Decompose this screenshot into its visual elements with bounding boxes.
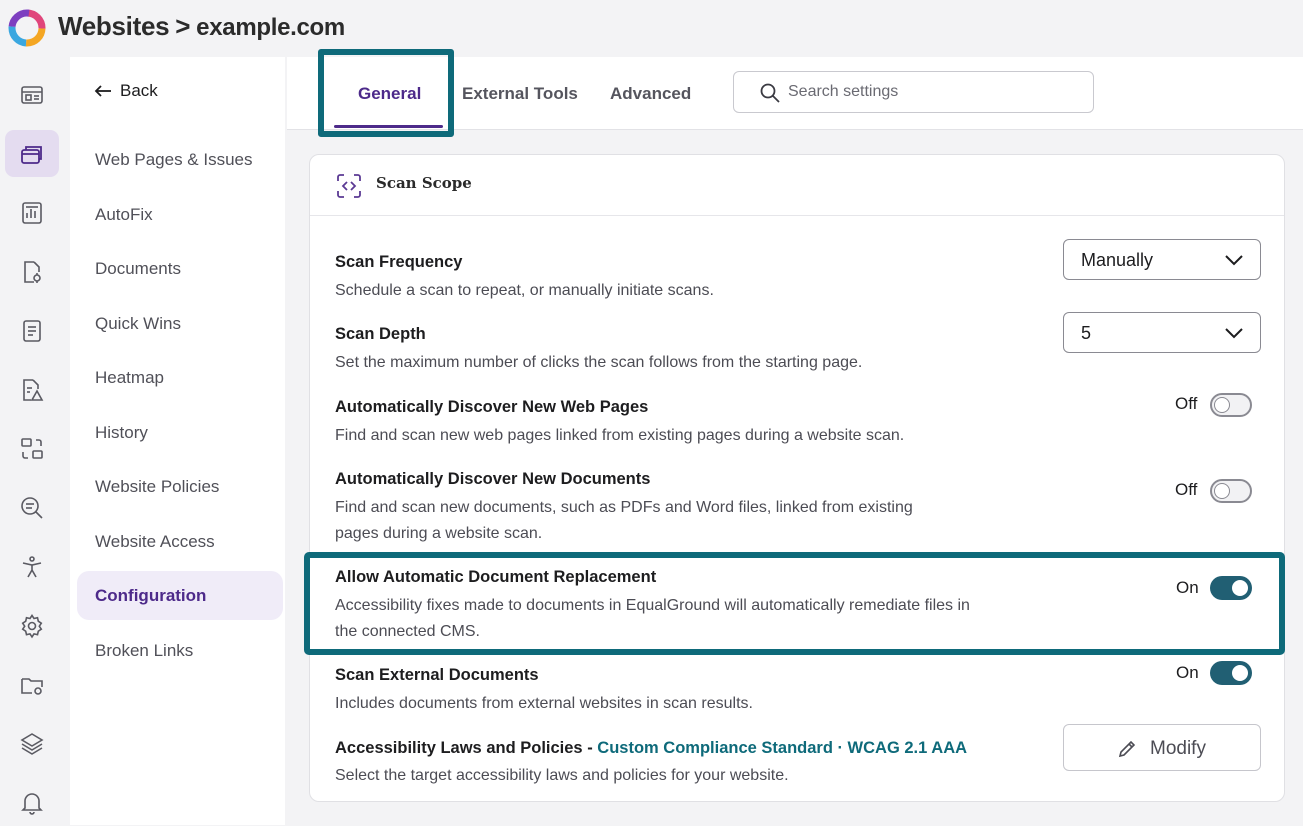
discover-pages-state: Off (1175, 394, 1198, 413)
discover-pages-desc: Find and scan new web pages linked from … (335, 427, 905, 444)
search-settings-input[interactable]: Search settings (733, 71, 1094, 113)
scan-depth-value: 5 (1081, 323, 1092, 343)
scan-frequency-value: Manually (1081, 250, 1154, 270)
card-header: Scan Scope (310, 155, 1284, 216)
settings-icon[interactable] (5, 602, 59, 649)
icon-rail (0, 57, 68, 825)
breadcrumb: Websites > example.com (58, 11, 345, 42)
folder-settings-icon[interactable] (5, 661, 59, 708)
document-alert-icon[interactable] (5, 366, 59, 413)
discover-pages-toggle[interactable] (1210, 393, 1252, 417)
bell-icon[interactable] (5, 779, 59, 826)
laws-desc: Select the target accessibility laws and… (335, 767, 789, 784)
nav-item-configuration[interactable]: Configuration (77, 571, 283, 620)
toggle-knob (1214, 483, 1230, 499)
discover-docs-title: Automatically Discover New Documents (335, 470, 651, 488)
discover-pages-title: Automatically Discover New Web Pages (335, 398, 649, 416)
nav-item-website-policies[interactable]: Website Policies (95, 477, 219, 497)
toggle-knob (1214, 397, 1230, 413)
nav-item-quick-wins[interactable]: Quick Wins (95, 314, 181, 334)
back-button[interactable]: Back (94, 81, 158, 101)
nav-item-heatmap[interactable]: Heatmap (95, 368, 164, 388)
app-logo-icon (8, 9, 46, 47)
transform-icon[interactable] (5, 425, 59, 472)
arrow-left-icon (94, 85, 111, 97)
sub-navigation: Back Web Pages & Issues AutoFix Document… (70, 57, 285, 825)
breadcrumb-site: example.com (196, 14, 345, 41)
chevron-down-icon (1225, 328, 1243, 339)
layers-icon[interactable] (5, 720, 59, 767)
compliance-standard-link[interactable]: Custom Compliance Standard · WCAG 2.1 AA… (597, 739, 967, 757)
nav-item-history[interactable]: History (95, 423, 148, 443)
modify-button[interactable]: Modify (1063, 724, 1261, 771)
scan-scope-card: Scan Scope Scan Frequency Schedule a sca… (304, 154, 1285, 802)
websites-icon[interactable] (5, 130, 59, 177)
toggle-knob (1232, 665, 1248, 681)
tab-highlight-box (318, 49, 454, 137)
external-docs-state: On (1176, 663, 1199, 682)
pencil-icon (1118, 740, 1136, 758)
nav-item-documents[interactable]: Documents (95, 259, 181, 279)
breadcrumb-section[interactable]: Websites (58, 11, 170, 41)
laws-title-text: Accessibility Laws and Policies - (335, 739, 598, 757)
scan-frequency-select[interactable]: Manually (1063, 239, 1261, 280)
discover-docs-toggle[interactable] (1210, 479, 1252, 503)
card-title: Scan Scope (376, 174, 472, 192)
main-content: General External Tools Advanced Search s… (287, 49, 1303, 825)
search-icon (760, 83, 780, 103)
nav-item-website-access[interactable]: Website Access (95, 532, 215, 552)
reports-icon[interactable] (5, 189, 59, 236)
external-docs-title: Scan External Documents (335, 666, 539, 684)
chevron-down-icon (1225, 255, 1243, 266)
back-label: Back (120, 81, 158, 100)
breadcrumb-separator: > (175, 11, 191, 41)
tab-external-tools[interactable]: External Tools (462, 84, 578, 104)
scan-frequency-desc: Schedule a scan to repeat, or manually i… (335, 282, 714, 299)
tab-advanced[interactable]: Advanced (610, 84, 691, 104)
modify-label: Modify (1150, 738, 1206, 759)
external-docs-desc: Includes documents from external website… (335, 695, 753, 712)
discover-docs-state: Off (1175, 480, 1198, 499)
tabs-bar: General External Tools Advanced Search s… (287, 49, 1303, 137)
laws-title: Accessibility Laws and Policies - Custom… (335, 739, 1035, 758)
scan-depth-select[interactable]: 5 (1063, 312, 1261, 353)
nav-item-web-pages-issues[interactable]: Web Pages & Issues (95, 150, 253, 170)
dashboard-icon[interactable] (5, 71, 59, 118)
scan-scope-icon (337, 174, 361, 198)
search-placeholder: Search settings (788, 83, 899, 100)
scan-depth-title: Scan Depth (335, 325, 426, 343)
setting-highlight-box (304, 552, 1285, 655)
discover-docs-desc: Find and scan new documents, such as PDF… (335, 499, 913, 542)
nav-item-autofix[interactable]: AutoFix (95, 205, 153, 225)
notes-icon[interactable] (5, 307, 59, 354)
document-settings-icon[interactable] (5, 248, 59, 295)
nav-item-broken-links[interactable]: Broken Links (95, 641, 193, 661)
search-analysis-icon[interactable] (5, 484, 59, 531)
scan-depth-desc: Set the maximum number of clicks the sca… (335, 354, 863, 371)
top-bar: Websites > example.com (0, 0, 1303, 57)
scan-frequency-title: Scan Frequency (335, 253, 463, 271)
accessibility-icon[interactable] (5, 543, 59, 590)
external-docs-toggle[interactable] (1210, 661, 1252, 685)
